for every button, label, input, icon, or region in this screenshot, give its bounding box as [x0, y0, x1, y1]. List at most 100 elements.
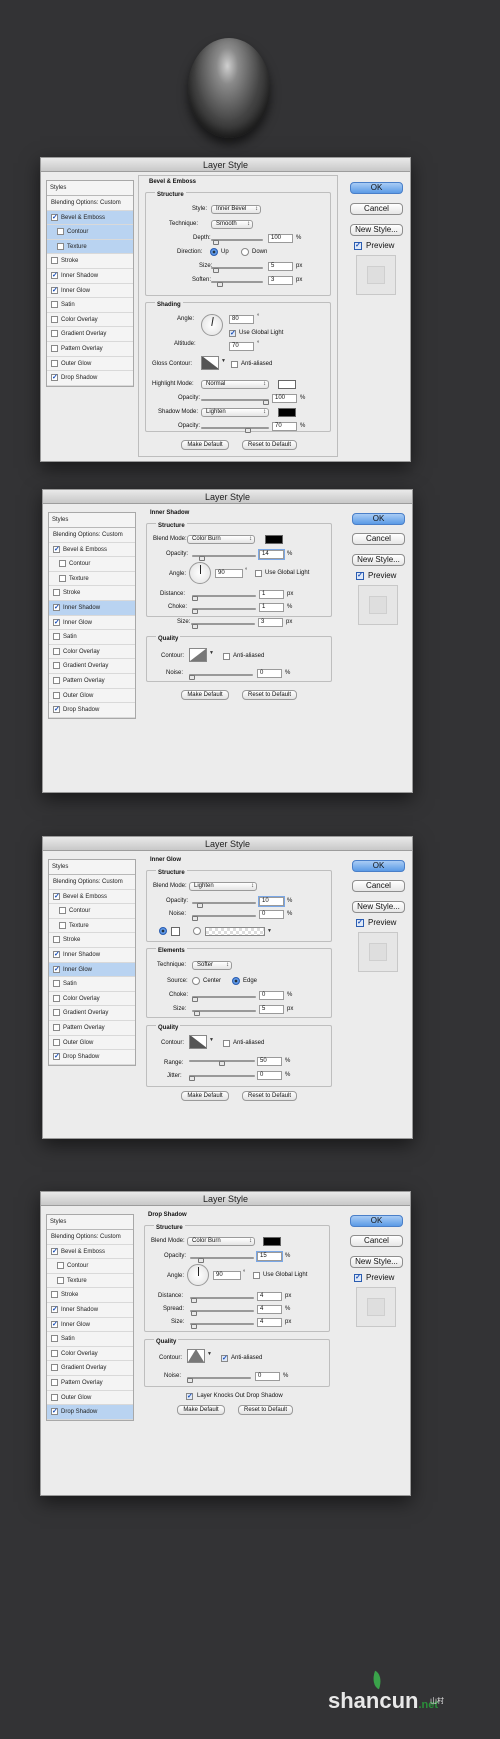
checkbox-icon[interactable] [51, 315, 58, 323]
reset-to-default-button[interactable]: Reset to Default [242, 440, 297, 450]
make-default-button[interactable]: Make Default [177, 1405, 225, 1415]
choke-input[interactable]: 0 [259, 991, 284, 1000]
size-slider[interactable] [211, 267, 263, 273]
style-item-texture[interactable]: Texture [47, 239, 133, 255]
slider-thumb[interactable] [213, 268, 219, 273]
style-item-pattern-overlay[interactable]: Pattern Overlay [47, 342, 133, 357]
shadow-color-swatch[interactable] [265, 535, 283, 544]
blend-mode-select[interactable]: Lighten [189, 882, 257, 891]
slider-thumb[interactable] [191, 1311, 197, 1316]
gloss-contour-swatch[interactable] [201, 356, 219, 370]
opacity-input[interactable]: 15 [257, 1252, 282, 1261]
blend-mode-select[interactable]: Color Burn [187, 1237, 255, 1246]
angle-dial[interactable] [189, 562, 211, 584]
style-item-gradient-overlay[interactable]: Gradient Overlay [49, 659, 135, 674]
style-item-satin[interactable]: Satin [49, 977, 135, 992]
new-style-button[interactable]: New Style... [352, 901, 405, 913]
slider-thumb[interactable] [192, 609, 198, 614]
style-select[interactable]: Inner Bevel [211, 205, 261, 214]
slider-thumb[interactable] [191, 1324, 197, 1329]
slider-thumb[interactable] [194, 1011, 200, 1016]
preview-checkbox[interactable]: ✓ [354, 242, 362, 250]
style-item-outer-glow[interactable]: Outer Glow [49, 1036, 135, 1051]
angle-dial[interactable] [187, 1264, 209, 1286]
shadow-color-swatch[interactable] [278, 408, 296, 417]
use-global-light-checkbox[interactable] [255, 570, 262, 577]
use-global-light-checkbox[interactable] [253, 1272, 260, 1279]
style-item-inner-shadow[interactable]: ✓ Inner Shadow [49, 948, 135, 963]
slider-thumb[interactable] [217, 282, 223, 287]
checkbox-icon[interactable] [51, 1378, 58, 1386]
new-style-button[interactable]: New Style... [352, 554, 405, 566]
ok-button[interactable]: OK [352, 860, 405, 872]
style-item-bevel[interactable]: ✓ Bevel & Emboss [49, 543, 135, 558]
preview-checkbox[interactable]: ✓ [356, 572, 364, 580]
checkbox-icon[interactable]: ✓ [53, 545, 60, 553]
chevron-down-icon[interactable]: ▼ [221, 358, 226, 364]
style-item-outer-glow[interactable]: Outer Glow [47, 1391, 133, 1406]
checkbox-icon[interactable]: ✓ [53, 1053, 60, 1061]
angle-dial[interactable] [201, 314, 223, 336]
range-input[interactable]: 50 [257, 1057, 282, 1066]
checkbox-icon[interactable] [53, 980, 60, 988]
style-item-texture[interactable]: Texture [49, 572, 135, 587]
style-item-gradient-overlay[interactable]: Gradient Overlay [47, 1361, 133, 1376]
shadow-opacity-input[interactable]: 70 [272, 422, 297, 431]
slider-thumb[interactable] [245, 428, 251, 433]
checkbox-icon[interactable] [53, 633, 60, 641]
style-item-gradient-overlay[interactable]: Gradient Overlay [47, 327, 133, 342]
style-item-gradient-overlay[interactable]: Gradient Overlay [49, 1006, 135, 1021]
slider-thumb[interactable] [263, 400, 269, 405]
checkbox-icon[interactable] [57, 228, 64, 236]
style-item-blending[interactable]: Blending Options: Custom [49, 875, 135, 890]
checkbox-icon[interactable]: ✓ [51, 374, 58, 382]
slider-thumb[interactable] [192, 916, 198, 921]
checkbox-icon[interactable] [51, 301, 58, 309]
chevron-down-icon[interactable]: ▼ [209, 1037, 214, 1043]
checkbox-icon[interactable] [53, 691, 60, 699]
checkbox-icon[interactable] [57, 242, 64, 250]
style-item-stroke[interactable]: Stroke [49, 933, 135, 948]
slider-thumb[interactable] [213, 240, 219, 245]
slider-thumb[interactable] [192, 596, 198, 601]
style-item-inner-shadow[interactable]: ✓ Inner Shadow [47, 269, 133, 284]
antialiased-checkbox[interactable] [223, 1040, 230, 1047]
antialiased-checkbox[interactable]: ✓ [221, 1355, 228, 1362]
style-item-stroke[interactable]: Stroke [47, 254, 133, 269]
style-item-contour[interactable]: Contour [47, 1259, 133, 1274]
style-item-inner-shadow[interactable]: ✓ Inner Shadow [47, 1303, 133, 1318]
style-item-texture[interactable]: Texture [49, 919, 135, 934]
slider-thumb[interactable] [192, 997, 198, 1002]
checkbox-icon[interactable]: ✓ [51, 286, 58, 294]
antialiased-checkbox[interactable] [231, 361, 238, 368]
angle-input[interactable]: 90 [213, 1271, 241, 1280]
contour-swatch[interactable] [189, 1035, 207, 1049]
checkbox-icon[interactable] [57, 1276, 64, 1284]
style-item-contour[interactable]: Contour [49, 557, 135, 572]
solid-color-radio[interactable] [159, 927, 167, 935]
checkbox-icon[interactable]: ✓ [53, 603, 60, 611]
shadow-mode-select[interactable]: Lighten [201, 408, 269, 417]
style-item-blending[interactable]: Blending Options: Custom [49, 528, 135, 543]
style-item-stroke[interactable]: Stroke [47, 1288, 133, 1303]
contour-swatch[interactable] [187, 1349, 205, 1363]
make-default-button[interactable]: Make Default [181, 1091, 229, 1101]
highlight-mode-select[interactable]: Normal [201, 380, 269, 389]
spread-input[interactable]: 4 [257, 1305, 282, 1314]
style-item-bevel[interactable]: ✓ Bevel & Emboss [49, 890, 135, 905]
checkbox-icon[interactable] [53, 1023, 60, 1031]
reset-to-default-button[interactable]: Reset to Default [242, 690, 297, 700]
soften-slider[interactable] [211, 281, 263, 287]
checkbox-icon[interactable] [59, 921, 66, 929]
choke-input[interactable]: 1 [259, 603, 284, 612]
slider-thumb[interactable] [187, 1378, 193, 1383]
make-default-button[interactable]: Make Default [181, 690, 229, 700]
source-center-radio[interactable] [192, 977, 200, 985]
style-item-contour[interactable]: Contour [49, 904, 135, 919]
checkbox-icon[interactable] [59, 560, 66, 568]
reset-to-default-button[interactable]: Reset to Default [238, 1405, 293, 1415]
checkbox-icon[interactable]: ✓ [51, 1247, 58, 1255]
angle-input[interactable]: 80 [229, 315, 254, 324]
ok-button[interactable]: OK [352, 513, 405, 525]
checkbox-icon[interactable]: ✓ [51, 1305, 58, 1313]
